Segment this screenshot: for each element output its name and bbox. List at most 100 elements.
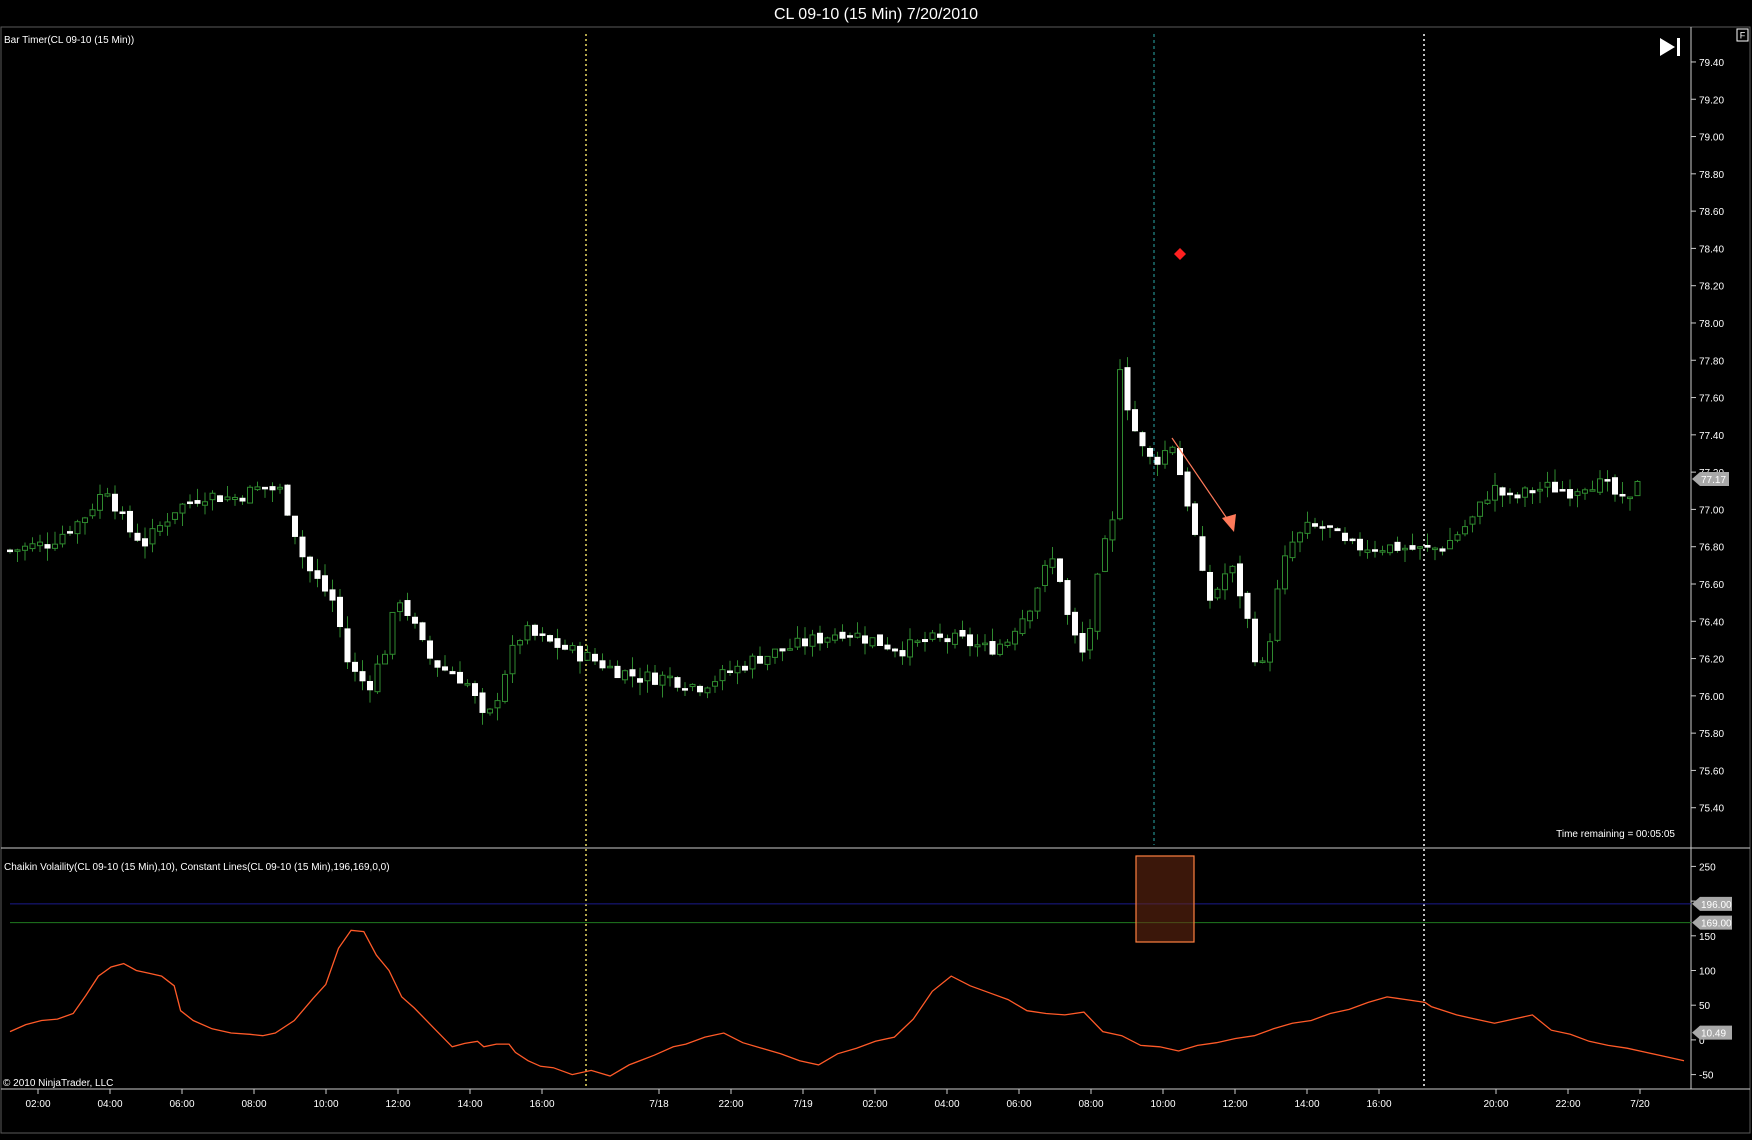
candle [877,634,883,646]
candle-body [329,589,336,601]
candle-body [787,648,793,651]
candle-body [749,655,756,670]
candle-body [44,544,51,549]
candle-body [824,637,831,643]
candle-body [869,637,876,647]
candle-body [899,650,906,657]
price-tick-label-15: 76.40 [1699,617,1724,628]
candle-body [239,497,246,502]
candle-body [1349,538,1356,542]
price-tick-label-3: 78.80 [1699,170,1724,181]
candle-body [1417,546,1423,549]
candle-body [719,669,726,682]
price-tick-label-4: 78.60 [1699,207,1724,218]
candle-body [434,660,441,668]
candle-body [1477,501,1483,517]
candle-body [637,678,643,683]
candle-body [854,632,861,638]
candle-body [599,660,606,669]
candle-body [209,492,216,501]
candle-body [1409,545,1416,550]
candle-body [1372,549,1378,552]
candle-body [757,655,763,664]
price-tick-label-5: 78.40 [1699,244,1724,255]
candle-body [1064,580,1071,615]
f-button[interactable]: F [1736,28,1749,42]
candle-body [1169,446,1176,454]
candle-body [419,622,426,641]
candle [1274,579,1281,643]
candle-body [802,638,808,647]
candle-body [1184,471,1191,507]
badge-196: 196.00 [1692,896,1732,911]
candle-body [52,543,58,549]
indicator-panel-label: Chaikin Volaility(CL 09-10 (15 Min),10),… [4,862,390,873]
candle-body [1274,588,1281,641]
candle-body [772,648,778,658]
candle-body [277,486,283,490]
candle-body [82,517,88,524]
candle-body [674,677,681,688]
candle-body [817,632,823,644]
candle-body [487,708,493,714]
candle-body [1109,519,1116,541]
candle [419,621,426,642]
candle-body [1334,528,1341,532]
candle-body [89,509,96,517]
time-tick-label-9: 22:00 [718,1099,743,1110]
badge-196-label: 196.00 [1701,900,1732,911]
f-button-label: F [1740,31,1746,41]
candle [1214,587,1221,601]
last-price-label: 77.17 [1701,475,1726,486]
candle-body [1057,558,1063,582]
candle-body [1304,521,1311,534]
candle-body [1102,538,1108,572]
ind-tick-label-4: 50 [1699,1001,1711,1012]
candle-body [764,655,771,665]
candle-body [1544,481,1551,488]
candle-body [97,494,103,511]
candle-body [149,528,156,545]
candle-body [67,531,73,534]
candle-body [704,687,711,694]
badge-169: 169.00 [1692,915,1732,930]
candle-body [134,532,141,541]
price-tick-label-19: 75.60 [1699,766,1724,777]
candle-body [1259,660,1266,663]
candle-body [389,611,396,655]
candle [217,494,223,503]
time-tick-label-11: 02:00 [862,1099,887,1110]
candle-body [1439,548,1446,552]
candle-body [112,493,118,512]
candle-body [734,665,741,674]
candle-body [809,634,816,647]
candle [1634,480,1641,497]
candle-body [1252,618,1258,663]
chart-background [0,0,1752,1135]
time-tick-label-14: 08:00 [1078,1099,1103,1110]
candle-body [997,643,1003,655]
time-tick-label-0: 02:00 [25,1099,50,1110]
candle-body [59,533,66,545]
candle-body [1432,547,1438,551]
candle-body [1072,611,1078,636]
price-tick-label-20: 75.40 [1699,804,1724,815]
candle-body [1229,565,1236,574]
time-tick-label-17: 14:00 [1294,1099,1319,1110]
candle-body [1484,499,1491,504]
candle-body [952,632,958,645]
candle-body [652,672,658,685]
candle-body [1267,641,1273,663]
candle-body [1364,549,1371,553]
candle-body [539,633,546,636]
candle-body [352,661,358,672]
candle-body [982,642,988,646]
candle-body [727,670,733,674]
candle [389,611,396,660]
candle-body [1454,534,1461,541]
candle-body [427,640,433,659]
candle-body [29,543,36,550]
time-tick-label-18: 16:00 [1366,1099,1391,1110]
candle-body [712,681,718,687]
time-remaining: Time remaining = 00:05:05 [1556,829,1675,840]
